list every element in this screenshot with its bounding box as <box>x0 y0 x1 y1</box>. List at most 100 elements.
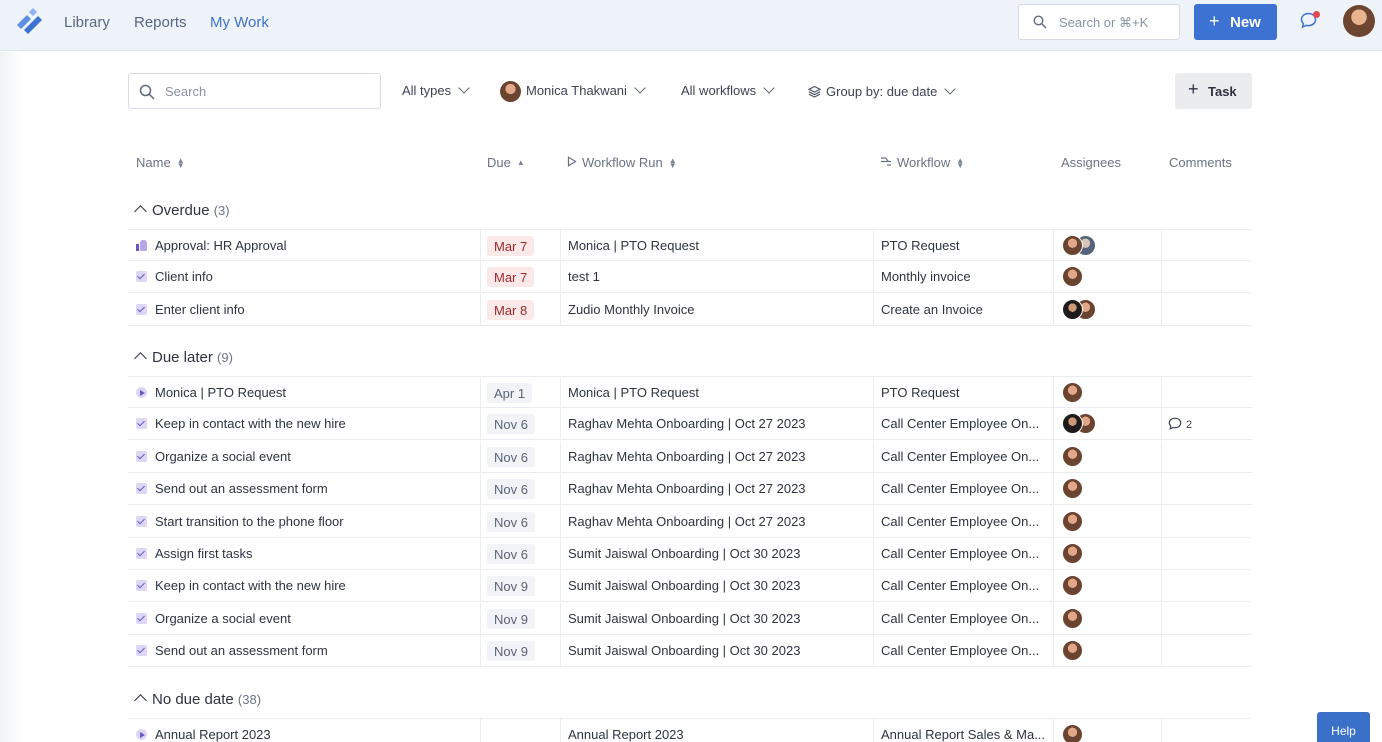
task-name[interactable]: Annual Report 2023 <box>155 727 475 742</box>
table-row[interactable]: Assign first tasks Nov 6 Sumit Jaiswal Onb… <box>128 538 1252 570</box>
task-name[interactable]: Organize a social event <box>155 611 475 626</box>
column-divider <box>1161 261 1162 294</box>
group-header[interactable]: Overdue (3) <box>134 202 230 219</box>
column-divider <box>480 293 481 326</box>
workflows-filter-dropdown[interactable]: All workflows <box>681 82 775 98</box>
group-by-dropdown[interactable]: Group by: due date <box>807 83 956 99</box>
workflow-run-link[interactable]: Raghav Mehta Onboarding | Oct 27 2023 <box>568 416 868 431</box>
help-button[interactable]: Help <box>1317 712 1370 742</box>
column-divider <box>480 635 481 668</box>
checkbox-icon <box>136 612 147 624</box>
table-row[interactable]: Enter client info Mar 8 Zudio Monthly Invo… <box>128 293 1252 326</box>
workflow-run-link[interactable]: Monica | PTO Request <box>568 385 868 400</box>
workflow-link[interactable]: Call Center Employee On... <box>881 578 1047 593</box>
task-name[interactable]: Keep in contact with the new hire <box>155 578 475 593</box>
workflow-run-link[interactable]: Sumit Jaiswal Onboarding | Oct 30 2023 <box>568 611 868 626</box>
plus-icon: + <box>1188 79 1199 99</box>
column-divider <box>480 440 481 473</box>
workflow-link[interactable]: PTO Request <box>881 238 1047 253</box>
workflow-link[interactable]: Call Center Employee On... <box>881 514 1047 529</box>
column-divider <box>560 408 561 441</box>
column-header-workflow[interactable]: Workflow ▲ ▼ <box>880 155 964 170</box>
new-button[interactable]: + New <box>1194 4 1277 40</box>
workflow-link[interactable]: Call Center Employee On... <box>881 643 1047 658</box>
task-name[interactable]: Client info <box>155 269 475 284</box>
task-name[interactable]: Assign first tasks <box>155 546 475 561</box>
column-divider <box>560 635 561 668</box>
global-search-input[interactable]: Search or ⌘+K <box>1018 4 1180 40</box>
sort-icon: ▲ ▼ <box>668 155 677 170</box>
table-row[interactable]: Send out an assessment form Nov 9 Sumit Ja… <box>128 635 1252 668</box>
workflow-run-link[interactable]: Annual Report 2023 <box>568 727 868 742</box>
column-divider <box>1053 719 1054 742</box>
column-divider <box>873 408 874 441</box>
column-header-workflow-run[interactable]: Workflow Run ▲ ▼ <box>567 155 677 170</box>
table-row[interactable]: Monica | PTO Request Apr 1 Monica | PTO Re… <box>128 376 1252 409</box>
group-by-label: Group by: due date <box>826 84 938 99</box>
assignee-avatar <box>1062 640 1083 662</box>
table-row[interactable]: Organize a social event Nov 9 Sumit Jaiswa… <box>128 602 1252 635</box>
types-filter-dropdown[interactable]: All types <box>402 82 470 98</box>
workflow-link[interactable]: Call Center Employee On... <box>881 546 1047 561</box>
column-divider <box>1161 719 1162 742</box>
column-header-due[interactable]: Due ▲ <box>487 155 525 170</box>
task-name[interactable]: Approval: HR Approval <box>155 238 475 253</box>
checkbox-icon <box>136 418 147 430</box>
nav-reports-link[interactable]: Reports <box>134 14 187 31</box>
workflow-run-link[interactable]: Sumit Jaiswal Onboarding | Oct 30 2023 <box>568 578 868 593</box>
workflow-run-link[interactable]: Zudio Monthly Invoice <box>568 302 868 317</box>
column-divider <box>1161 602 1162 635</box>
workflow-run-link[interactable]: Raghav Mehta Onboarding | Oct 27 2023 <box>568 449 868 464</box>
table-row[interactable]: Start transition to the phone floor Nov 6… <box>128 505 1252 538</box>
column-divider <box>1053 377 1054 409</box>
app-logo-icon[interactable] <box>13 8 45 36</box>
task-name[interactable]: Send out an assessment form <box>155 643 475 658</box>
table-row[interactable]: Keep in contact with the new hire Nov 6 Ra… <box>128 408 1252 441</box>
types-filter-label: All types <box>402 83 452 98</box>
column-divider <box>1053 505 1054 538</box>
table-row[interactable]: Annual Report 2023 Annual Report 2023 Annu… <box>128 718 1252 742</box>
task-name[interactable]: Keep in contact with the new hire <box>155 416 475 431</box>
search-icon <box>139 84 155 100</box>
task-name[interactable]: Start transition to the phone floor <box>155 514 475 529</box>
user-filter-dropdown[interactable]: Monica Thakwani <box>526 82 646 98</box>
nav-my-work-link[interactable]: My Work <box>210 14 269 31</box>
column-divider <box>560 377 561 409</box>
workflow-run-link[interactable]: test 1 <box>568 269 868 284</box>
table-row[interactable]: Organize a social event Nov 6 Raghav Mehta… <box>128 440 1252 473</box>
task-name[interactable]: Monica | PTO Request <box>155 385 475 400</box>
workflow-link[interactable]: PTO Request <box>881 385 1047 400</box>
workflow-run-link[interactable]: Raghav Mehta Onboarding | Oct 27 2023 <box>568 481 868 496</box>
workflow-link[interactable]: Call Center Employee On... <box>881 449 1047 464</box>
workflow-link[interactable]: Call Center Employee On... <box>881 481 1047 496</box>
workflow-link[interactable]: Annual Report Sales & Ma... <box>881 727 1047 742</box>
task-name[interactable]: Organize a social event <box>155 449 475 464</box>
user-avatar[interactable] <box>1343 5 1375 37</box>
table-row[interactable]: Send out an assessment form Nov 6 Raghav M… <box>128 473 1252 506</box>
workflow-link[interactable]: Call Center Employee On... <box>881 416 1047 431</box>
comments-count[interactable]: 2 <box>1168 415 1192 431</box>
table-row[interactable]: Approval: HR Approval Mar 7 Monica | PTO R… <box>128 229 1252 262</box>
column-divider <box>1161 377 1162 409</box>
workflow-run-link[interactable]: Sumit Jaiswal Onboarding | Oct 30 2023 <box>568 643 868 658</box>
workflow-run-link[interactable]: Sumit Jaiswal Onboarding | Oct 30 2023 <box>568 546 868 561</box>
task-name[interactable]: Send out an assessment form <box>155 481 475 496</box>
notification-dot <box>1313 11 1320 18</box>
task-name[interactable]: Enter client info <box>155 302 475 317</box>
workflow-link[interactable]: Create an Invoice <box>881 302 1047 317</box>
group-title: Due later <box>152 349 213 366</box>
group-header[interactable]: No due date (38) <box>134 691 261 708</box>
task-search-input[interactable]: Search <box>128 73 381 109</box>
workflow-run-link[interactable]: Raghav Mehta Onboarding | Oct 27 2023 <box>568 514 868 529</box>
group-header[interactable]: Due later (9) <box>134 349 233 366</box>
workflow-link[interactable]: Monthly invoice <box>881 269 1047 284</box>
add-task-button[interactable]: + Task <box>1175 73 1252 109</box>
column-header-name[interactable]: Name ▲ ▼ <box>136 155 185 170</box>
workflow-link[interactable]: Call Center Employee On... <box>881 611 1047 626</box>
due-date-badge: Nov 6 <box>487 544 535 564</box>
group-title: Overdue <box>152 202 210 219</box>
table-row[interactable]: Keep in contact with the new hire Nov 9 Su… <box>128 570 1252 603</box>
nav-library-link[interactable]: Library <box>64 14 110 31</box>
workflow-run-link[interactable]: Monica | PTO Request <box>568 238 868 253</box>
table-row[interactable]: Client info Mar 7 test 1 Monthly invoice <box>128 261 1252 294</box>
